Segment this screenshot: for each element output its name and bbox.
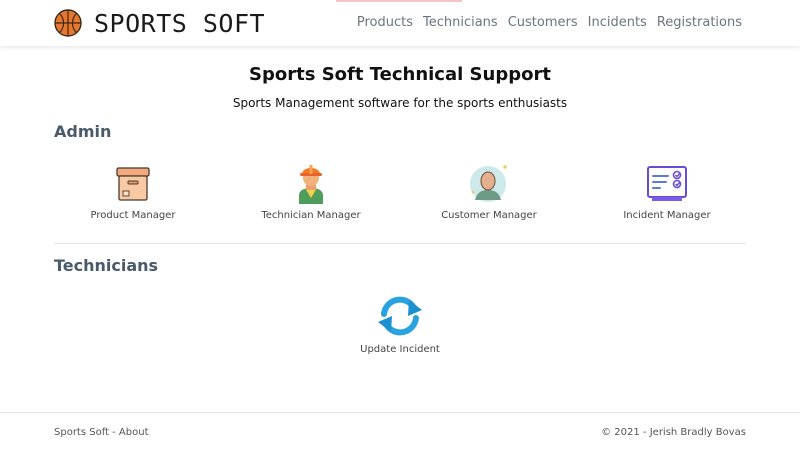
card-label: Update Incident xyxy=(360,344,440,355)
card-label: Technician Manager xyxy=(261,210,361,221)
incident-manager-card[interactable]: Incident Manager xyxy=(587,164,747,221)
brand-link[interactable]: SPORTS SOFT xyxy=(54,8,265,38)
top-navbar: SPORTS SOFT Products Technicians Custome… xyxy=(0,0,800,46)
technician-manager-card[interactable]: Technician Manager xyxy=(231,160,391,221)
card-label: Incident Manager xyxy=(623,210,711,221)
nav-link-incidents[interactable]: Incidents xyxy=(588,15,647,30)
brand-name: SPORTS SOFT xyxy=(94,8,266,38)
card-label: Customer Manager xyxy=(441,210,537,221)
page-title: Sports Soft Technical Support xyxy=(249,64,551,85)
footer-about-link[interactable]: Sports Soft - About xyxy=(54,427,149,438)
person-avatar-icon xyxy=(470,165,507,202)
nav-link-technicians[interactable]: Technicians xyxy=(423,15,498,30)
page-footer: Sports Soft - About © 2021 - Jerish Brad… xyxy=(0,412,800,450)
nav-link-customers[interactable]: Customers xyxy=(508,15,578,30)
card-label: Product Manager xyxy=(90,210,176,221)
basketball-icon xyxy=(54,9,82,37)
update-incident-card[interactable]: Update Incident xyxy=(320,294,480,355)
refresh-icon xyxy=(378,296,422,336)
page-subtitle: Sports Management software for the sport… xyxy=(232,96,568,110)
nav-link-products[interactable]: Products xyxy=(357,15,413,30)
product-manager-card[interactable]: Product Manager xyxy=(53,164,213,221)
checklist-icon xyxy=(647,166,687,201)
nav-menu: Products Technicians Customers Incidents… xyxy=(357,15,742,30)
nav-link-registrations[interactable]: Registrations xyxy=(657,15,742,30)
customer-manager-card[interactable]: Customer Manager xyxy=(409,162,569,221)
top-accent-line xyxy=(336,0,462,2)
technicians-heading: Technicians xyxy=(54,256,159,275)
section-divider xyxy=(54,243,746,244)
box-icon xyxy=(116,167,150,201)
admin-heading: Admin xyxy=(54,122,112,141)
worker-icon xyxy=(299,165,323,204)
footer-copyright: © 2021 - Jerish Bradly Bovas xyxy=(601,427,746,438)
